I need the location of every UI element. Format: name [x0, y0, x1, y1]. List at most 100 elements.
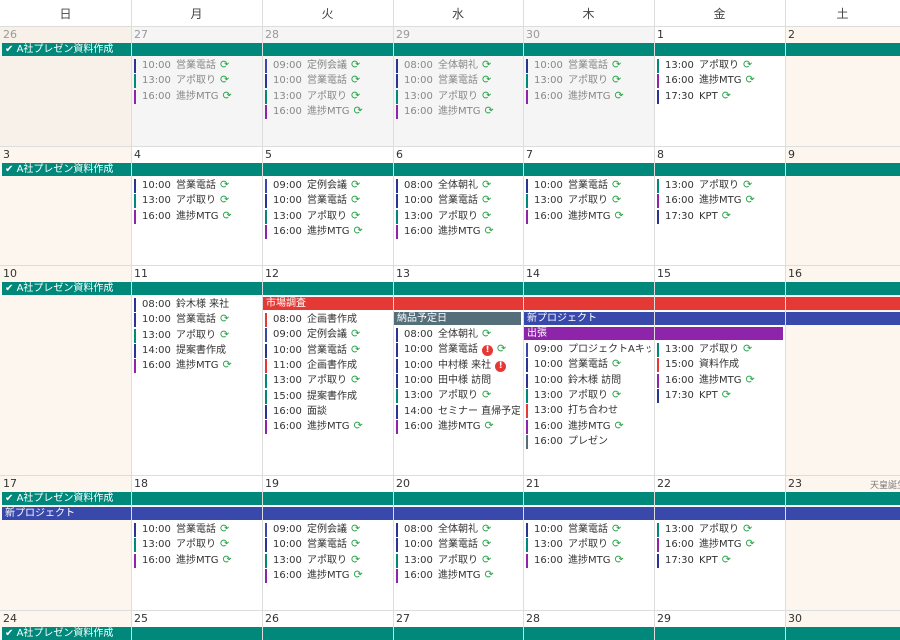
timed-event[interactable]: 16:00 進捗MTG ⟳ — [657, 74, 782, 89]
timed-event[interactable]: 10:00 営業電話 ⟳ — [526, 59, 651, 73]
timed-event[interactable]: 10:00 営業電話 ⟳ — [265, 194, 390, 209]
timed-event[interactable]: 13:00 アポ取り ⟳ — [526, 74, 651, 89]
timed-event[interactable]: 10:00 営業電話 ⟳ — [134, 179, 259, 193]
timed-event[interactable]: 16:00 進捗MTG ⟳ — [396, 224, 520, 239]
timed-event[interactable]: 16:00 進捗MTG ⟳ — [265, 420, 390, 435]
day-number[interactable]: 13 — [396, 267, 410, 281]
day-number[interactable]: 22 — [657, 477, 671, 491]
day-number[interactable]: 29 — [396, 28, 410, 42]
timed-event[interactable]: 16:00 進捗MTG ⟳ — [396, 568, 520, 583]
timed-event[interactable]: 09:00 定例会議 ⟳ — [265, 523, 390, 537]
timed-event[interactable]: 13:00 アポ取り ⟳ — [265, 553, 390, 568]
timed-event[interactable]: 10:00 中村様 来社! — [396, 358, 520, 373]
timed-event[interactable]: 08:00 鈴木様 来社 — [134, 298, 259, 312]
timed-event[interactable]: 14:00 セミナー 直帰予定 — [396, 404, 520, 419]
timed-event[interactable]: 16:00 進捗MTG ⟳ — [396, 419, 520, 434]
timed-event[interactable]: 10:00 営業電話 ⟳ — [526, 179, 651, 193]
day-number[interactable]: 11 — [134, 267, 148, 281]
day-number[interactable]: 7 — [526, 148, 533, 162]
timed-event[interactable]: 10:00 営業電話 ⟳ — [396, 74, 520, 89]
timed-event[interactable]: 15:00 提案書作成 — [265, 389, 390, 404]
day-number[interactable]: 14 — [526, 267, 540, 281]
timed-event[interactable]: 10:00 営業電話 ⟳ — [134, 313, 259, 328]
day-number[interactable]: 2 — [788, 28, 795, 42]
day-number[interactable]: 1 — [657, 28, 664, 42]
timed-event[interactable]: 13:00 アポ取り ⟳ — [657, 523, 782, 537]
timed-event[interactable]: 16:00 進捗MTG ⟳ — [526, 553, 651, 568]
timed-event[interactable]: 16:00 進捗MTG ⟳ — [134, 359, 259, 374]
timed-event[interactable]: 13:00 アポ取り ⟳ — [526, 538, 651, 553]
day-number[interactable]: 28 — [526, 612, 540, 626]
timed-event[interactable]: 15:00 資料作成 — [657, 358, 782, 373]
multi-day-event-bar[interactable]: ✔ A社プレゼン資料作成 — [2, 163, 900, 176]
timed-event[interactable]: 14:00 提案書作成 — [134, 343, 259, 358]
timed-event[interactable]: 13:00 アポ取り ⟳ — [396, 553, 520, 568]
day-number[interactable]: 27 — [396, 612, 410, 626]
day-number[interactable]: 28 — [265, 28, 279, 42]
timed-event[interactable]: 16:00 進捗MTG ⟳ — [265, 104, 390, 119]
day-number[interactable]: 19 — [265, 477, 279, 491]
day-number[interactable]: 24 — [3, 612, 17, 626]
timed-event[interactable]: 16:00 進捗MTG ⟳ — [526, 209, 651, 224]
day-number[interactable]: 26 — [3, 28, 17, 42]
timed-event[interactable]: 16:00 進捗MTG ⟳ — [396, 104, 520, 119]
timed-event[interactable]: 10:00 営業電話 ⟳ — [396, 538, 520, 553]
timed-event[interactable]: 11:00 企画書作成 — [265, 358, 390, 373]
timed-event[interactable]: 10:00 営業電話 ⟳ — [134, 523, 259, 537]
timed-event[interactable]: 13:00 アポ取り ⟳ — [396, 389, 520, 404]
timed-event[interactable]: 10:00 営業電話 ⟳ — [526, 358, 651, 373]
day-number[interactable]: 25 — [134, 612, 148, 626]
timed-event[interactable]: 13:00 アポ取り ⟳ — [526, 194, 651, 209]
timed-event[interactable]: 17:30 KPT ⟳ — [657, 209, 782, 224]
timed-event[interactable]: 13:00 アポ取り ⟳ — [396, 209, 520, 224]
timed-event[interactable]: 10:00 田中様 訪問 — [396, 373, 520, 388]
timed-event[interactable]: 16:00 面談 — [265, 404, 390, 419]
day-number[interactable]: 30 — [788, 612, 802, 626]
timed-event[interactable]: 13:00 アポ取り ⟳ — [265, 209, 390, 224]
timed-event[interactable]: 10:00 鈴木様 訪問 — [526, 373, 651, 388]
day-number[interactable]: 27 — [134, 28, 148, 42]
day-number[interactable]: 12 — [265, 267, 279, 281]
multi-day-event-bar[interactable]: ✔ A社プレゼン資料作成 — [2, 282, 900, 295]
day-number[interactable]: 10 — [3, 267, 17, 281]
timed-event[interactable]: 08:00 全体朝礼 ⟳ — [396, 179, 520, 193]
multi-day-event-bar[interactable]: ✔ A社プレゼン資料作成 — [2, 627, 900, 640]
timed-event[interactable]: 13:00 アポ取り ⟳ — [134, 194, 259, 209]
timed-event[interactable]: 16:00 進捗MTG ⟳ — [134, 209, 259, 224]
day-number[interactable]: 6 — [396, 148, 403, 162]
timed-event[interactable]: 17:30 KPT ⟳ — [657, 89, 782, 104]
day-number[interactable]: 18 — [134, 477, 148, 491]
timed-event[interactable]: 09:00 定例会議 ⟳ — [265, 328, 390, 343]
timed-event[interactable]: 13:00 打ち合わせ — [526, 404, 651, 419]
multi-day-event-bar[interactable]: 新プロジェクト — [2, 507, 900, 520]
timed-event[interactable]: 16:00 進捗MTG ⟳ — [657, 194, 782, 209]
timed-event[interactable]: 17:30 KPT ⟳ — [657, 388, 782, 403]
timed-event[interactable]: 16:00 プレゼン — [526, 434, 651, 449]
day-number[interactable]: 21 — [526, 477, 540, 491]
timed-event[interactable]: 16:00 進捗MTG ⟳ — [265, 224, 390, 239]
timed-event[interactable]: 10:00 営業電話 ⟳ — [134, 59, 259, 73]
timed-event[interactable]: 10:00 営業電話! ⟳ — [396, 343, 520, 358]
multi-day-event-bar[interactable]: 新プロジェクト — [524, 312, 900, 325]
multi-day-event-bar[interactable]: 市場調査 — [263, 297, 900, 310]
timed-event[interactable]: 13:00 アポ取り ⟳ — [396, 89, 520, 104]
timed-event[interactable]: 09:00 定例会議 ⟳ — [265, 179, 390, 193]
day-number[interactable]: 5 — [265, 148, 272, 162]
multi-day-event-bar[interactable]: 納品予定日 — [394, 312, 521, 325]
day-number[interactable]: 20 — [396, 477, 410, 491]
timed-event[interactable]: 16:00 進捗MTG ⟳ — [657, 373, 782, 388]
timed-event[interactable]: 16:00 進捗MTG ⟳ — [526, 419, 651, 434]
timed-event[interactable]: 13:00 アポ取り ⟳ — [134, 328, 259, 343]
day-number[interactable]: 30 — [526, 28, 540, 42]
timed-event[interactable]: 08:00 企画書作成 — [265, 313, 390, 327]
timed-event[interactable]: 16:00 進捗MTG ⟳ — [134, 89, 259, 104]
timed-event[interactable]: 08:00 全体朝礼 ⟳ — [396, 59, 520, 73]
timed-event[interactable]: 13:00 アポ取り ⟳ — [657, 343, 782, 357]
day-number[interactable]: 29 — [657, 612, 671, 626]
timed-event[interactable]: 09:00 定例会議 ⟳ — [265, 59, 390, 73]
timed-event[interactable]: 13:00 アポ取り ⟳ — [265, 89, 390, 104]
timed-event[interactable]: 09:00 プロジェクトAキッ — [526, 343, 651, 357]
timed-event[interactable]: 10:00 営業電話 ⟳ — [265, 343, 390, 358]
multi-day-event-bar[interactable]: ✔ A社プレゼン資料作成 — [2, 43, 900, 56]
timed-event[interactable]: 13:00 アポ取り ⟳ — [134, 538, 259, 553]
